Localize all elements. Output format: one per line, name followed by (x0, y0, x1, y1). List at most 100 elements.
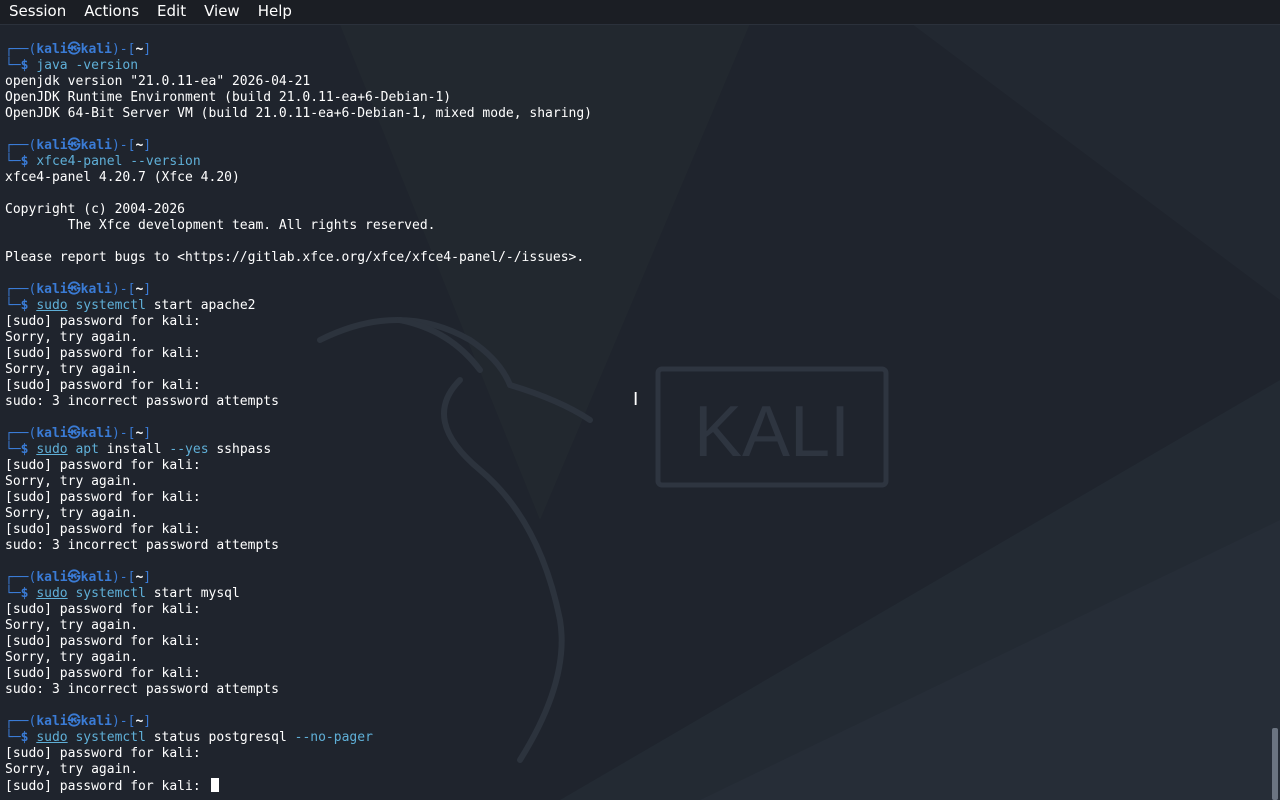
output-line: OpenJDK 64-Bit Server VM (build 21.0.11-… (5, 106, 592, 121)
prompt-host: kali (80, 138, 112, 153)
prompt-host: kali (80, 282, 112, 297)
prompt-frame: └─ (5, 442, 21, 457)
output-line: openjdk version "21.0.11-ea" 2026-04-21 (5, 74, 311, 89)
menu-session[interactable]: Session (0, 0, 75, 24)
prompt-frame: └─ (5, 586, 21, 601)
output-line: Sorry, try again. (5, 362, 139, 377)
output-line: Sorry, try again. (5, 650, 139, 665)
prompt-frame: └─ (5, 730, 21, 745)
prompt-frame: ┌──( (5, 714, 37, 729)
command-token: sudo (36, 298, 68, 313)
active-input-line[interactable]: [sudo] password for kali: (5, 778, 1265, 794)
prompt-frame: )-[ (111, 42, 136, 57)
output-line: [sudo] password for kali: (5, 458, 201, 473)
prompt-frame: ] (143, 282, 152, 297)
menu-edit[interactable]: Edit (148, 0, 195, 24)
menu-view[interactable]: View (195, 0, 249, 24)
output-line: [sudo] password for kali: (5, 602, 201, 617)
prompt-frame: ┌──( (5, 282, 37, 297)
prompt-user: kali (36, 570, 68, 585)
terminal-scrollbar[interactable] (1272, 728, 1278, 800)
active-prompt-text: [sudo] password for kali: (5, 779, 209, 794)
prompt-frame: )-[ (111, 426, 136, 441)
command-line: └─$ java -version (5, 58, 1265, 74)
ibeam-cursor-icon: I (633, 389, 639, 410)
prompt-user: kali (36, 426, 68, 441)
output-line: [sudo] password for kali: (5, 314, 201, 329)
prompt-frame: └─ (5, 58, 21, 73)
command-token: status postgresql (145, 730, 295, 745)
output-line: [sudo] password for kali: (5, 634, 201, 649)
command-token: systemctl (75, 730, 146, 745)
output-line: [sudo] password for kali: (5, 490, 201, 505)
prompt-frame: )-[ (111, 714, 136, 729)
prompt-frame: └─ (5, 298, 21, 313)
prompt-frame: ] (143, 42, 152, 57)
prompt-at: ㉿ (67, 570, 81, 585)
prompt-host: kali (80, 426, 112, 441)
command-token: start apache2 (145, 298, 256, 313)
command-line: └─$ sudo systemctl start mysql (5, 586, 1265, 602)
output-line: [sudo] password for kali: (5, 346, 201, 361)
prompt-header: ┌──(kali㉿kali)-[~] (5, 714, 1265, 730)
prompt-at: ㉿ (67, 282, 81, 297)
prompt-header: ┌──(kali㉿kali)-[~] (5, 282, 1265, 298)
prompt-user: kali (36, 42, 68, 57)
prompt-user: kali (36, 282, 68, 297)
prompt-header: ┌──(kali㉿kali)-[~] (5, 426, 1265, 442)
command-token: systemctl (75, 586, 146, 601)
prompt-frame: )-[ (111, 570, 136, 585)
prompt-frame: └─ (5, 154, 21, 169)
output-line: The Xfce development team. All rights re… (5, 218, 436, 233)
menubar: Session Actions Edit View Help (0, 0, 1280, 25)
command-token: --version (122, 154, 201, 169)
prompt-host: kali (80, 714, 112, 729)
output-line: Sorry, try again. (5, 506, 139, 521)
command-token: --yes (169, 442, 209, 457)
output-line: Sorry, try again. (5, 330, 139, 345)
command-token: xfce4-panel (36, 154, 123, 169)
command-token: sudo (36, 586, 68, 601)
prompt-frame: ┌──( (5, 426, 37, 441)
prompt-frame: ] (143, 570, 152, 585)
command-line: └─$ sudo apt install --yes sshpass (5, 442, 1265, 458)
terminal-output[interactable]: ┌──(kali㉿kali)-[~] └─$ java -version openj… (5, 42, 1265, 794)
menu-help[interactable]: Help (249, 0, 301, 24)
prompt-header: ┌──(kali㉿kali)-[~] (5, 138, 1265, 154)
prompt-frame: )-[ (111, 282, 136, 297)
command-token: systemctl (75, 298, 146, 313)
prompt-user: kali (36, 138, 68, 153)
output-line: Sorry, try again. (5, 618, 139, 633)
text-cursor-icon (210, 778, 219, 792)
prompt-frame: ┌──( (5, 138, 37, 153)
output-line: [sudo] password for kali: (5, 746, 201, 761)
prompt-user: kali (36, 714, 68, 729)
command-token: --no-pager (294, 730, 373, 745)
output-line: Copyright (c) 2004-2026 (5, 202, 186, 217)
command-token: install (98, 442, 170, 457)
command-line: └─$ xfce4-panel --version (5, 154, 1265, 170)
prompt-frame: ] (143, 714, 152, 729)
prompt-frame: ┌──( (5, 570, 37, 585)
command-token: sudo (36, 442, 68, 457)
command-token: -version (67, 58, 139, 73)
command-token: java (36, 58, 68, 73)
menu-actions[interactable]: Actions (75, 0, 148, 24)
prompt-frame: ] (143, 426, 152, 441)
command-token: sshpass (208, 442, 272, 457)
output-line: sudo: 3 incorrect password attempts (5, 538, 279, 553)
prompt-host: kali (80, 570, 112, 585)
prompt-header: ┌──(kali㉿kali)-[~] (5, 42, 1265, 58)
output-line: Sorry, try again. (5, 474, 139, 489)
output-line: sudo: 3 incorrect password attempts (5, 682, 279, 697)
output-line: [sudo] password for kali: (5, 522, 201, 537)
prompt-frame: ┌──( (5, 42, 37, 57)
command-line: └─$ sudo systemctl status postgresql --n… (5, 730, 1265, 746)
prompt-frame: ] (143, 138, 152, 153)
prompt-at: ㉿ (67, 138, 81, 153)
